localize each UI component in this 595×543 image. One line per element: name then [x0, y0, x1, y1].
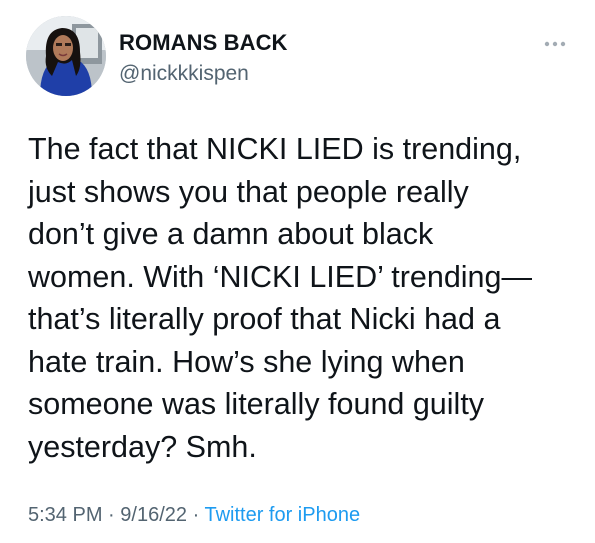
tweet-text-line: that’s literally proof that Nicki had a [28, 302, 501, 336]
tweet-time[interactable]: 5:34 PM [28, 504, 102, 526]
tweet-card: ROMANS BACK @nickkkispen The fact that N… [0, 0, 595, 543]
tweet-text-line: yesterday? Smh. [28, 429, 257, 464]
author-display-name[interactable]: ROMANS BACK [119, 30, 288, 56]
tweet-text-line: The fact that NICKI LIED is trending, [28, 132, 522, 166]
author-handle[interactable]: @nickkkispen [119, 62, 249, 86]
meta-separator: · [108, 504, 115, 526]
tweet-text-line: someone was literally found guilty [28, 387, 485, 421]
tweet-date[interactable]: 9/16/22 [120, 504, 187, 526]
tweet-source-link[interactable]: Twitter for iPhone [204, 504, 360, 526]
tweet-text-line: women. With ‘NICKI LIED’ trending— [28, 259, 532, 294]
tweet-meta: 5:34 PM · 9/16/22 · Twitter for iPhone [28, 504, 360, 527]
meta-separator: · [192, 504, 200, 526]
avatar[interactable] [26, 16, 106, 96]
tweet-text-line: just shows you that people really [28, 174, 469, 209]
more-horizontal-icon[interactable] [543, 36, 567, 47]
tweet-text-line: hate train. How’s she lying when [28, 344, 465, 379]
tweet-text: The fact that NICKI LIED is trending, ju… [28, 128, 588, 468]
tweet-text-line: don’t give a damn about black [28, 217, 434, 251]
